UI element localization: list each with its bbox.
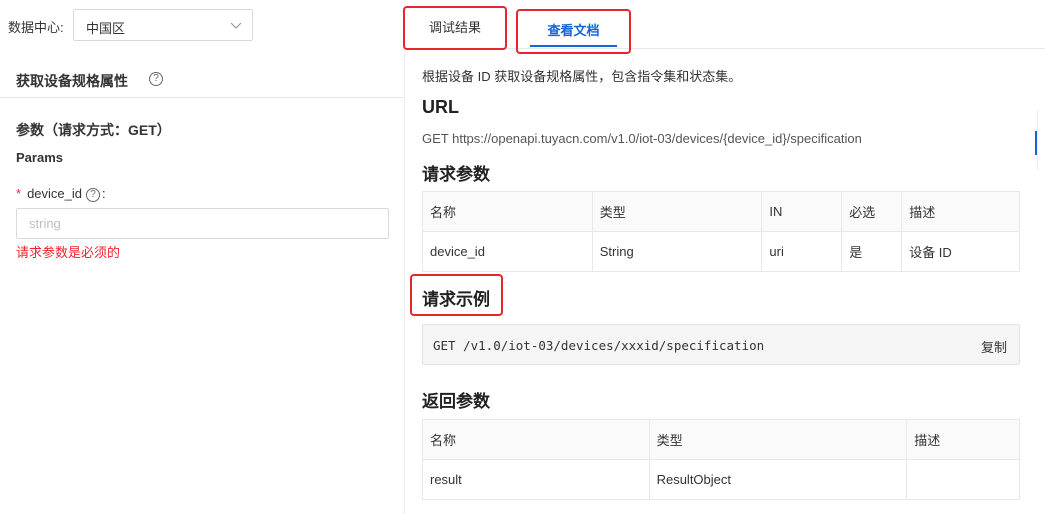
tab-bar: 调试结果 查看文档 bbox=[403, 0, 1045, 54]
tab-debug-result-label: 调试结果 bbox=[428, 20, 481, 35]
params-panel: 获取设备规格属性 ? 参数（请求方式：GET） Params * device_i… bbox=[0, 50, 405, 514]
help-icon[interactable]: ? bbox=[86, 187, 100, 202]
device-id-label-text: device_id bbox=[27, 186, 82, 201]
request-example-heading: 请求示例 bbox=[422, 290, 490, 309]
response-params-heading: 返回参数 bbox=[422, 392, 490, 411]
table-cell bbox=[906, 459, 1020, 500]
request-params-table: 名称 类型 IN 必选 描述 device_id String uri 是 设备… bbox=[422, 191, 1020, 272]
table-header-cell: 名称 bbox=[422, 419, 650, 460]
table-cell: result bbox=[422, 459, 650, 500]
datacenter-label: 数据中心: bbox=[8, 20, 64, 35]
device-id-error: 请求参数是必须的 bbox=[16, 245, 121, 260]
table-cell: 设备 ID bbox=[901, 231, 1020, 272]
code-block: GET /v1.0/iot-03/devices/xxxid/specifica… bbox=[422, 324, 1020, 365]
url-heading: URL bbox=[422, 97, 459, 117]
datacenter-selected-value: 中国区 bbox=[86, 21, 126, 36]
table-cell: 是 bbox=[841, 231, 903, 272]
table-header-row: 名称 类型 描述 bbox=[422, 419, 1020, 460]
request-params-heading: 请求参数 bbox=[422, 165, 490, 184]
api-title-text: 获取设备规格属性 bbox=[16, 73, 128, 89]
label-colon: : bbox=[102, 186, 106, 201]
table-header-cell: IN bbox=[761, 191, 843, 232]
table-header-cell: 类型 bbox=[591, 191, 763, 232]
table-row: result ResultObject bbox=[422, 459, 1020, 500]
tab-view-docs-label: 查看文档 bbox=[547, 23, 600, 38]
url-text: GET https://openapi.tuyacn.com/v1.0/iot-… bbox=[422, 131, 862, 146]
api-description: 根据设备 ID 获取设备规格属性，包含指令集和状态集。 bbox=[422, 69, 742, 84]
table-header-cell: 描述 bbox=[901, 191, 1020, 232]
result-object-link[interactable]: ResultObject bbox=[648, 459, 908, 500]
params-heading: 参数（请求方式：GET） bbox=[16, 122, 171, 138]
table-cell: device_id bbox=[422, 231, 593, 272]
table-header-cell: 名称 bbox=[422, 191, 593, 232]
chevron-down-icon bbox=[230, 22, 242, 29]
api-title-row: 获取设备规格属性 ? bbox=[0, 50, 404, 98]
required-mark: * bbox=[16, 186, 22, 201]
scroll-track bbox=[1037, 110, 1038, 170]
scroll-indicator[interactable] bbox=[1035, 131, 1037, 155]
api-title: 获取设备规格属性 ? bbox=[16, 71, 163, 91]
table-header-row: 名称 类型 IN 必选 描述 bbox=[422, 191, 1020, 232]
table-header-cell: 描述 bbox=[906, 419, 1020, 460]
response-params-table: 名称 类型 描述 result ResultObject bbox=[422, 419, 1020, 500]
table-cell: uri bbox=[761, 231, 843, 272]
tab-debug-result[interactable]: 调试结果 bbox=[403, 6, 507, 50]
doc-panel: 调试结果 查看文档 根据设备 ID 获取设备规格属性，包含指令集和状态集。 UR… bbox=[403, 0, 1045, 514]
device-id-label: * device_id?: bbox=[16, 186, 106, 202]
device-id-input[interactable] bbox=[16, 208, 389, 239]
active-tab-indicator bbox=[530, 45, 617, 47]
help-icon[interactable]: ? bbox=[149, 72, 163, 86]
copy-button[interactable]: 复制 bbox=[981, 337, 1007, 356]
table-header-cell: 必选 bbox=[841, 191, 903, 232]
params-subheading: Params bbox=[16, 150, 63, 165]
code-text: GET /v1.0/iot-03/devices/xxxid/specifica… bbox=[433, 338, 765, 353]
datacenter-select[interactable]: 中国区 bbox=[73, 9, 253, 41]
table-row: device_id String uri 是 设备 ID bbox=[422, 231, 1020, 272]
table-header-cell: 类型 bbox=[648, 419, 908, 460]
table-cell: String bbox=[591, 231, 763, 272]
tab-view-docs[interactable]: 查看文档 bbox=[516, 9, 631, 54]
datacenter-bar: 数据中心: 中国区 bbox=[0, 0, 405, 50]
